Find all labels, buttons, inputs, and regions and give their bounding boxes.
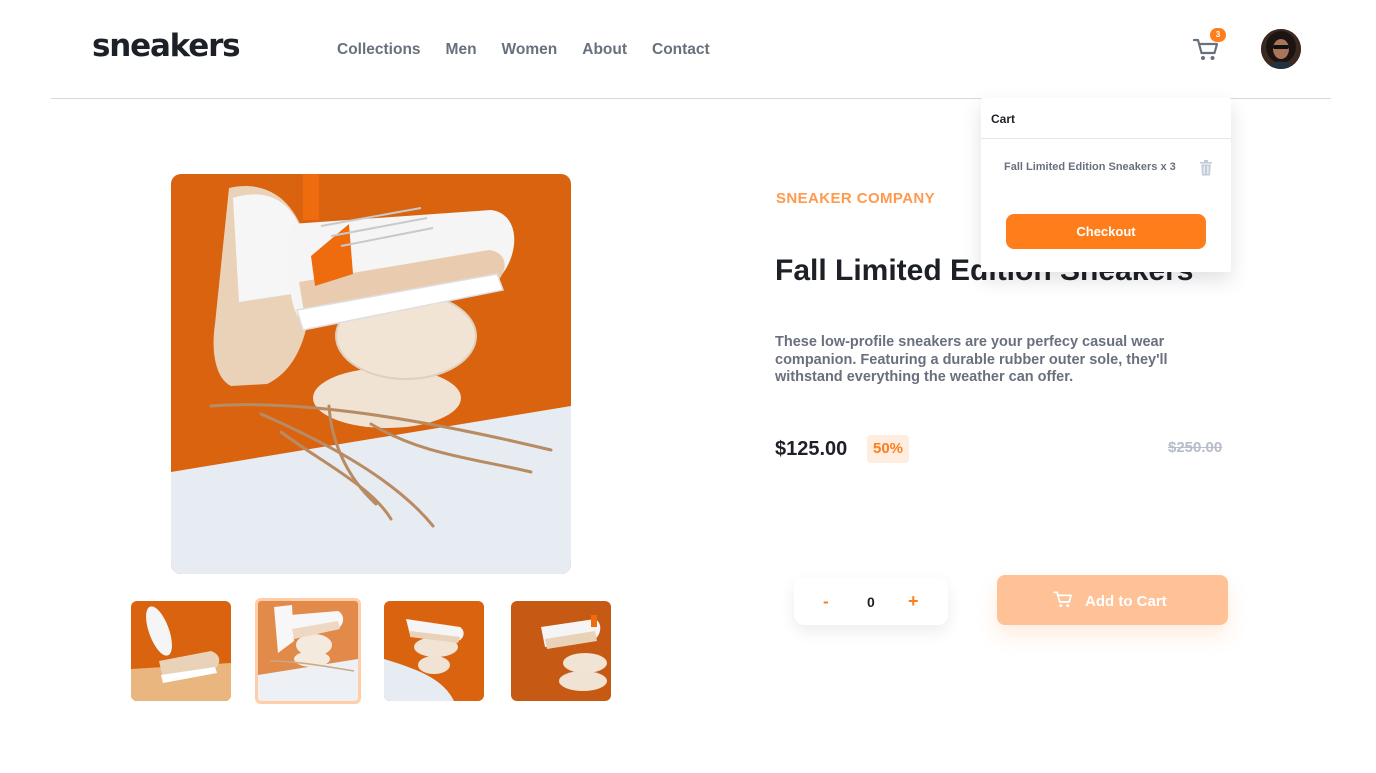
cart-dropdown: Cart Fall Limited Edition Sneakers x 3 C…: [981, 98, 1231, 272]
thumbnail-image-4[interactable]: [511, 601, 611, 701]
thumbnail-image-3[interactable]: [384, 601, 484, 701]
quantity-value: 0: [867, 594, 875, 610]
thumbnail-image-2[interactable]: [255, 598, 361, 704]
cart-item-label: Fall Limited Edition Sneakers x 3: [1004, 161, 1176, 173]
company-name: SNEAKER COMPANY: [776, 190, 936, 207]
nav-link-about[interactable]: About: [582, 41, 627, 59]
main-product-image[interactable]: [171, 174, 571, 574]
site-header: sneakers Collections Men Women About Con…: [51, 0, 1331, 99]
decrease-quantity-button[interactable]: -: [823, 592, 829, 612]
nav-link-collections[interactable]: Collections: [337, 41, 421, 59]
increase-quantity-button[interactable]: +: [908, 591, 919, 612]
main-nav: Collections Men Women About Contact: [337, 41, 710, 59]
quantity-stepper: - 0 +: [794, 578, 948, 625]
nav-link-men[interactable]: Men: [446, 41, 477, 59]
cart-title: Cart: [991, 112, 1016, 126]
checkout-button[interactable]: Checkout: [1006, 214, 1206, 249]
current-price: $125.00: [775, 438, 848, 460]
cart-icon: [1052, 588, 1074, 610]
nav-link-women[interactable]: Women: [502, 41, 558, 59]
cart-count-badge: 3: [1210, 28, 1226, 42]
discount-badge: 50%: [867, 435, 909, 463]
original-price: $250.00: [1168, 439, 1223, 456]
user-avatar[interactable]: [1261, 29, 1301, 69]
nav-link-contact[interactable]: Contact: [652, 41, 710, 59]
cart-divider: [981, 138, 1231, 139]
trash-icon[interactable]: [1199, 160, 1213, 176]
brand-logo[interactable]: sneakers: [92, 28, 241, 64]
product-description: These low-profile sneakers are your perf…: [775, 334, 1168, 385]
add-to-cart-button[interactable]: Add to Cart: [997, 575, 1228, 625]
add-to-cart-label: Add to Cart: [1085, 593, 1167, 610]
thumbnail-image-1[interactable]: [131, 601, 231, 701]
